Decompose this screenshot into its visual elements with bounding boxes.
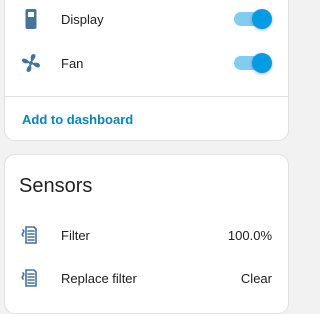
sensor-label-filter: Filter [61,227,90,243]
control-row-fan[interactable]: Fan [5,43,288,83]
sensor-label-replace-filter: Replace filter [61,270,137,286]
fan-icon [19,51,43,75]
control-row-display[interactable]: Display [5,0,288,39]
control-label-display: Display [61,11,104,27]
sensor-value-replace-filter: Clear [240,270,272,286]
display-toggle[interactable] [234,9,272,29]
card-divider [5,96,288,97]
add-to-dashboard-link[interactable]: Add to dashboard [22,112,133,127]
control-label-fan: Fan [61,55,84,71]
controls-card: Display Fan Add to dashboard [4,0,289,141]
display-icon [19,7,43,31]
filter-icon [19,223,43,247]
toggle-knob [252,9,272,29]
card-title: Sensors [19,175,93,197]
sensors-card: Sensors Filter 100.0% Replace filter Cle… [4,154,289,314]
sensor-row-replace-filter[interactable]: Replace filter Clear [5,258,288,298]
toggle-knob [252,53,272,73]
air-filter-icon [19,266,43,290]
sensor-value-filter: 100.0% [227,227,272,243]
fan-toggle[interactable] [234,53,272,73]
sensor-row-filter[interactable]: Filter 100.0% [5,215,288,255]
